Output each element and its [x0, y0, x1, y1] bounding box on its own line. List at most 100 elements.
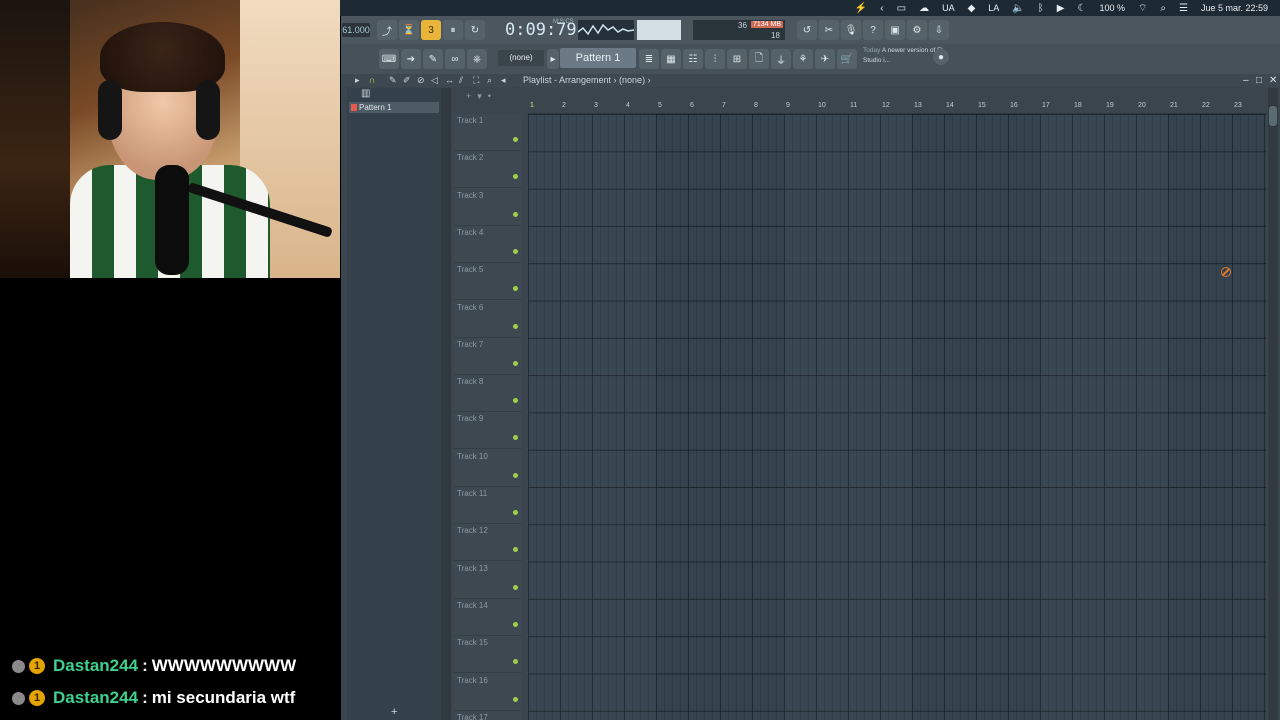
- maximize-icon[interactable]: □: [1256, 74, 1262, 87]
- draw-tool-icon[interactable]: ✎: [389, 74, 397, 87]
- track-enable-led-icon[interactable]: [513, 174, 518, 180]
- track-enable-led-icon[interactable]: [513, 323, 518, 329]
- delete-tool-icon[interactable]: ⊘: [417, 74, 425, 87]
- scrollbar-thumb[interactable]: [1269, 106, 1277, 126]
- add-pattern-button[interactable]: +: [391, 706, 397, 718]
- track-header[interactable]: Track 14: [454, 599, 521, 636]
- minimize-icon[interactable]: –: [1243, 74, 1249, 87]
- wifi-icon[interactable]: ⌔: [1138, 2, 1147, 15]
- countdown-icon[interactable]: 3: [421, 20, 441, 40]
- piano-icon[interactable]: ⌨: [379, 49, 399, 69]
- browser-icon[interactable]: ⊞: [727, 49, 747, 69]
- loop-record-icon[interactable]: ↻: [465, 20, 485, 40]
- step-seq-icon[interactable]: ▦: [661, 49, 681, 69]
- mixer-icon[interactable]: ⫶: [705, 49, 725, 69]
- pattern-selector[interactable]: Pattern 1: [560, 48, 636, 68]
- app-status-icon[interactable]: ⚡: [855, 3, 867, 14]
- zoom-tool-icon[interactable]: ⌕: [487, 74, 492, 87]
- timeline-ruler[interactable]: 1 2 3 4 5 6 7 8 9 10 11 12 13 14 15 16 17 18 19 20 21 22 23: [528, 101, 1266, 114]
- wand-icon[interactable]: ⚘: [793, 49, 813, 69]
- track-enable-led-icon[interactable]: [513, 286, 518, 292]
- save-icon[interactable]: ▣: [885, 20, 905, 40]
- track-header[interactable]: Track 4: [454, 226, 521, 263]
- track-enable-led-icon[interactable]: [513, 248, 518, 254]
- globe-icon[interactable]: ●: [933, 49, 949, 65]
- search-icon[interactable]: ⌕: [1160, 3, 1166, 14]
- track-header[interactable]: Track 8: [454, 375, 521, 413]
- plug-icon[interactable]: ⏚: [771, 49, 791, 69]
- metronome-icon[interactable]: ⤴: [377, 20, 397, 40]
- input-source[interactable]: LA: [988, 3, 999, 13]
- track-enable-led-icon[interactable]: [513, 435, 518, 441]
- track-header[interactable]: Track 9: [454, 412, 521, 450]
- undo-icon[interactable]: ↺: [797, 20, 817, 40]
- wait-input-icon[interactable]: ⏳: [399, 20, 419, 40]
- track-enable-led-icon[interactable]: [513, 696, 518, 702]
- file-icon[interactable]: 🗋: [749, 49, 769, 69]
- brush-icon[interactable]: ✎: [423, 49, 443, 69]
- keyboard-layout[interactable]: UA: [942, 3, 955, 13]
- battery-level[interactable]: 100 %: [1099, 3, 1125, 13]
- track-header[interactable]: Track 13: [454, 562, 521, 599]
- send-icon[interactable]: ✈: [815, 49, 835, 69]
- expand-icon[interactable]: ▸: [355, 74, 360, 87]
- channel-rack-icon[interactable]: ☷: [683, 49, 703, 69]
- track-header[interactable]: Track 16: [454, 674, 521, 711]
- piano-roll-icon[interactable]: ▥: [361, 88, 370, 99]
- track-enable-led-icon[interactable]: [513, 584, 518, 590]
- arrangement-selector[interactable]: (none): [498, 50, 544, 66]
- track-enable-led-icon[interactable]: [513, 659, 518, 665]
- track-header[interactable]: Track 1: [454, 114, 521, 151]
- clock[interactable]: Jue 5 mar. 22:59: [1201, 3, 1268, 13]
- track-header[interactable]: Track 12: [454, 524, 521, 562]
- track-header[interactable]: Track 11: [454, 487, 521, 524]
- link-icon[interactable]: ∞: [445, 49, 465, 69]
- blend-notes-icon[interactable]: ⏸: [443, 20, 463, 40]
- track-enable-led-icon[interactable]: [513, 360, 518, 366]
- track-enable-led-icon[interactable]: [513, 211, 518, 217]
- cloud-icon[interactable]: ☁: [919, 3, 929, 14]
- track-header[interactable]: Track 6: [454, 301, 521, 338]
- track-enable-led-icon[interactable]: [513, 547, 518, 553]
- cut-icon[interactable]: ✂: [819, 20, 839, 40]
- help-icon[interactable]: ?: [863, 20, 883, 40]
- track-header[interactable]: Track 17: [454, 711, 521, 720]
- picker-scrollbar[interactable]: [441, 88, 451, 720]
- tempo-display[interactable]: 61.000: [342, 23, 370, 37]
- play-tool-icon[interactable]: ◂: [501, 74, 506, 87]
- track-enable-led-icon[interactable]: [513, 137, 518, 142]
- add-track-icon[interactable]: +: [466, 91, 471, 102]
- diamond-icon[interactable]: ◆: [968, 3, 976, 14]
- track-enable-led-icon[interactable]: [513, 472, 518, 478]
- slice-tool-icon[interactable]: ⫽: [459, 74, 463, 87]
- magnet-icon[interactable]: ∩: [369, 74, 375, 87]
- cart-icon[interactable]: 🛒: [837, 49, 857, 69]
- track-header[interactable]: Track 10: [454, 450, 521, 487]
- track-header[interactable]: Track 7: [454, 338, 521, 375]
- track-enable-led-icon[interactable]: [513, 510, 518, 515]
- track-header[interactable]: Track 5: [454, 263, 521, 301]
- record-icon[interactable]: •: [488, 91, 491, 102]
- slip-tool-icon[interactable]: ↔: [445, 74, 454, 87]
- plugin-icon[interactable]: ⚙: [907, 20, 927, 40]
- picker-pattern-item[interactable]: Pattern 1: [349, 102, 439, 113]
- track-enable-led-icon[interactable]: [513, 621, 518, 627]
- snap-icon[interactable]: ▾: [477, 91, 482, 102]
- vertical-scrollbar[interactable]: [1268, 88, 1278, 720]
- track-header[interactable]: Track 2: [454, 151, 521, 189]
- back-icon[interactable]: ‹: [880, 3, 883, 14]
- play-icon[interactable]: ▶: [1057, 3, 1065, 14]
- arrangement-grid[interactable]: [528, 114, 1266, 720]
- screen-icon[interactable]: ▭: [897, 3, 906, 14]
- volume-icon[interactable]: 🔈: [1012, 3, 1024, 14]
- moon-icon[interactable]: ☾: [1077, 3, 1086, 14]
- arrow-right-icon[interactable]: ➔: [401, 49, 421, 69]
- track-header[interactable]: Track 15: [454, 636, 521, 674]
- track-header[interactable]: Track 3: [454, 189, 521, 226]
- pattern-prev-icon[interactable]: ▸: [547, 49, 559, 69]
- bluetooth-icon[interactable]: ᛒ: [1038, 3, 1044, 14]
- playlist-icon[interactable]: ≣: [639, 49, 659, 69]
- download-icon[interactable]: ⇩: [929, 20, 949, 40]
- mic-record-icon[interactable]: 🎙: [841, 20, 861, 40]
- close-icon[interactable]: ✕: [1269, 74, 1277, 87]
